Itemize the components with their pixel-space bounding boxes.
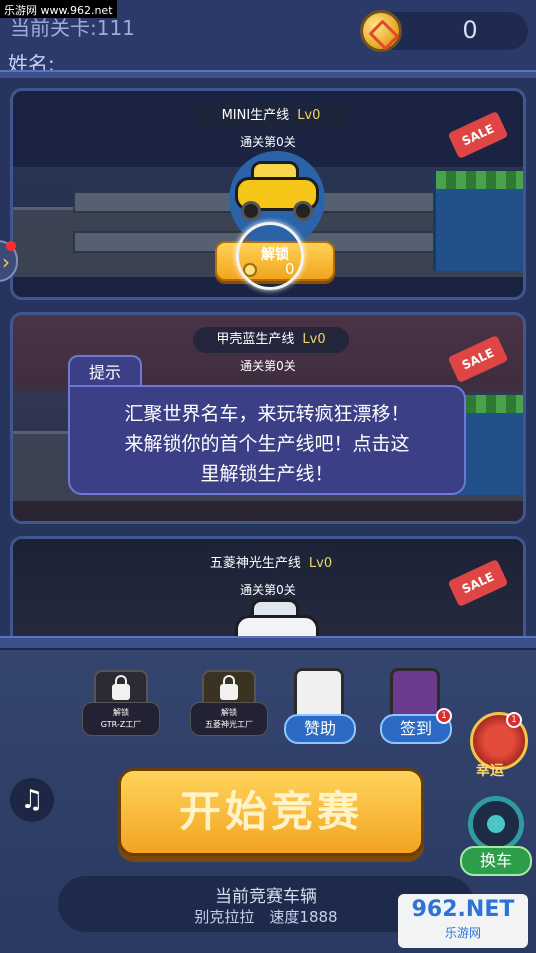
sponsor-label: 赞助 xyxy=(284,714,356,744)
music-note-icon[interactable]: ♫ xyxy=(10,778,54,822)
yellow-car-icon xyxy=(235,161,319,221)
line-name-tag: MINI生产线 Lv0 xyxy=(193,103,349,129)
coin-icon xyxy=(360,10,402,52)
tip-line: 里解锁生产线！ xyxy=(200,463,334,485)
lock-icon xyxy=(220,675,238,700)
line-level: Lv0 xyxy=(297,108,321,123)
luck-badge: 1 xyxy=(506,712,522,728)
line-pass-text: 通关第0关 xyxy=(240,135,296,149)
tip-tab: 提示 xyxy=(68,355,142,389)
luck-label: 幸运 xyxy=(476,763,504,779)
line-level: Lv0 xyxy=(302,332,326,347)
line-name: MINI生产线 xyxy=(221,108,290,123)
tip-line: 汇聚世界名车，来玩转疯狂漂移！ xyxy=(124,403,410,425)
line-name: 甲壳蓝生产线 xyxy=(216,332,295,347)
tutorial-highlight-ring xyxy=(236,222,304,290)
lock-icon xyxy=(112,675,130,700)
line-level: Lv0 xyxy=(308,556,333,571)
notification-dot xyxy=(6,241,16,251)
gtr-factory-button[interactable]: 解锁 GTR-Z工厂 xyxy=(82,668,160,744)
shop-stall xyxy=(433,171,523,271)
tire-icon[interactable] xyxy=(468,796,524,852)
coin-value: 0 xyxy=(462,16,478,44)
bottom-rim xyxy=(0,636,536,650)
header-rim xyxy=(0,70,536,78)
checkin-badge: 1 xyxy=(436,708,452,724)
wuling-factory-button[interactable]: 解锁 五菱神光工厂 xyxy=(190,668,268,744)
start-race-button[interactable]: 开始竞赛 xyxy=(118,768,424,856)
production-line-wuling[interactable]: SALE 五菱神光生产线 Lv0 通关第0关 xyxy=(10,536,526,646)
watermark: 乐游网 www.962.net xyxy=(0,0,117,18)
site-logo: 962.NET 乐游网 xyxy=(398,894,528,948)
tip-dialog: 汇聚世界名车，来玩转疯狂漂移！ 来解锁你的首个生产线吧！点击这 里解锁生产线！ xyxy=(68,385,466,495)
swap-car-button[interactable]: 换车 xyxy=(460,846,532,876)
line-name-tag: 甲壳蓝生产线 Lv0 xyxy=(193,327,349,353)
tip-line: 来解锁你的首个生产线吧！点击这 xyxy=(124,433,410,455)
line-name: 五菱神光生产线 xyxy=(209,556,301,571)
line-name-tag: 五菱神光生产线 Lv0 xyxy=(193,551,349,577)
line-pass-text: 通关第0关 xyxy=(240,583,296,597)
